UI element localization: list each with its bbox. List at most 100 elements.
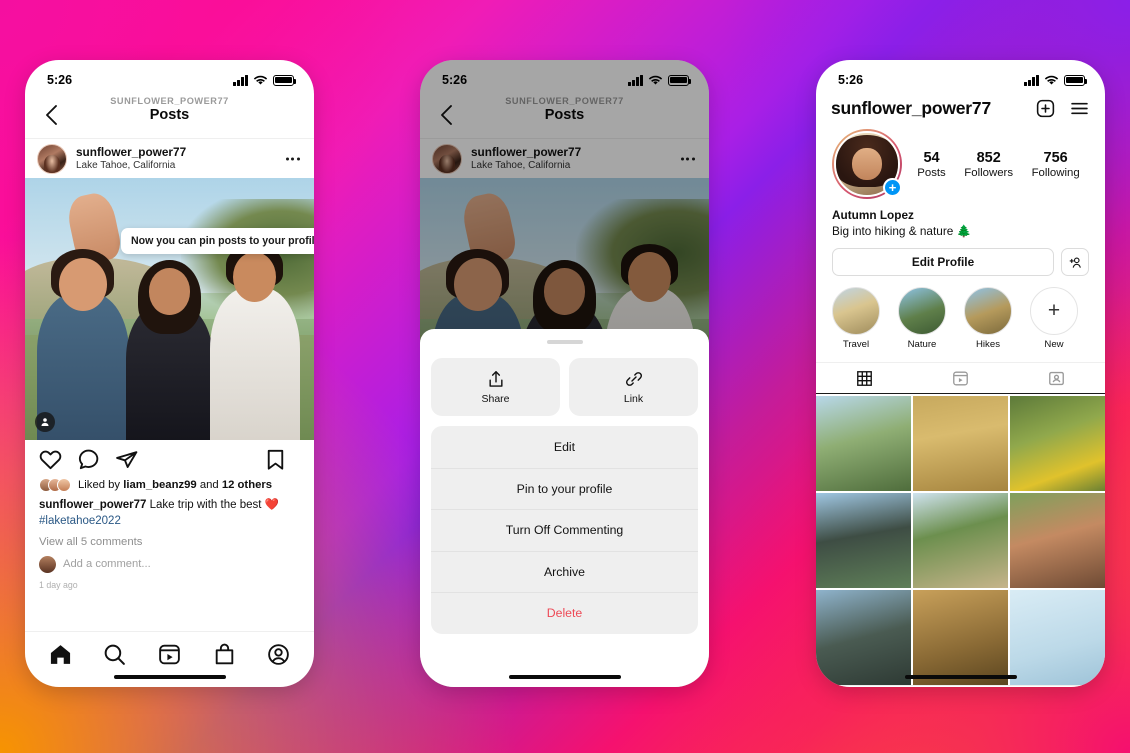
add-comment-input[interactable]: Add a comment...	[63, 558, 151, 570]
cellular-bars-icon	[1024, 74, 1039, 86]
add-person-icon	[1069, 257, 1081, 268]
caption-hashtag[interactable]: #laketahoe2022	[39, 515, 121, 527]
heart-icon[interactable]	[38, 447, 63, 472]
liker-facepile	[39, 478, 71, 492]
stat-posts[interactable]: 54 Posts	[917, 150, 946, 179]
post-author-username[interactable]: sunflower_power77	[76, 145, 186, 159]
current-user-avatar	[39, 555, 56, 573]
plus-icon: +	[1030, 287, 1078, 336]
stat-posts-number: 54	[923, 149, 940, 166]
share-button[interactable]: Share	[431, 358, 560, 416]
profile-avatar[interactable]: +	[832, 129, 902, 199]
wifi-icon	[1044, 75, 1059, 85]
highlight-new-label: New	[1044, 339, 1064, 351]
highlight-travel[interactable]: Travel	[832, 287, 880, 350]
menu-item-pin-to-profile[interactable]: Pin to your profile	[431, 467, 698, 510]
grid-cell[interactable]	[912, 395, 1009, 492]
grid-cell[interactable]	[1009, 395, 1105, 492]
edit-profile-button[interactable]: Edit Profile	[832, 248, 1054, 277]
home-indicator	[113, 675, 226, 679]
add-story-badge[interactable]: +	[883, 178, 902, 197]
bio-line: Big into hiking & nature	[832, 223, 954, 238]
shop-bag-icon[interactable]	[212, 642, 237, 667]
grid-cell[interactable]	[1009, 589, 1105, 685]
tagged-tab-icon	[1049, 371, 1065, 385]
caption-emoji: ❤️	[264, 499, 279, 511]
home-indicator	[508, 675, 621, 679]
comment-icon[interactable]	[76, 447, 101, 472]
post-header: sunflower_power77 Lake Tahoe, California	[25, 138, 314, 178]
menu-item-turn-off-commenting[interactable]: Turn Off Commenting	[431, 509, 698, 551]
post-author-avatar[interactable]	[37, 143, 67, 174]
menu-item-archive[interactable]: Archive	[431, 550, 698, 593]
battery-icon	[1064, 74, 1088, 86]
tab-grid[interactable]	[816, 363, 912, 393]
paper-plane-icon[interactable]	[114, 447, 139, 472]
back-button[interactable]	[39, 100, 65, 130]
add-person-button[interactable]	[1061, 248, 1089, 277]
status-bar: 5:26	[25, 60, 314, 94]
profile-circle-icon[interactable]	[266, 642, 291, 667]
stat-followers[interactable]: 852 Followers	[964, 150, 1013, 179]
bookmark-icon[interactable]	[263, 447, 288, 472]
phone-2-action-sheet: 5:26 SUNFLOWER_POWER77 Posts sunflower_p…	[420, 60, 709, 687]
new-post-plus-icon[interactable]	[1035, 98, 1056, 119]
hamburger-menu-icon[interactable]	[1069, 98, 1090, 119]
more-options-icon[interactable]	[285, 156, 300, 161]
caption-username[interactable]: sunflower_power77	[39, 499, 146, 511]
grid-cell[interactable]	[912, 589, 1009, 685]
story-highlights-row: Travel Nature Hikes + New	[816, 276, 1105, 350]
search-icon[interactable]	[102, 642, 127, 667]
screenshot-stage: 5:26 SUNFLOWER_POWER77 Posts sunflower_p…	[0, 0, 1130, 753]
post-options-sheet: Share Link Edit Pin to your profile Turn…	[420, 329, 709, 687]
highlight-hikes[interactable]: Hikes	[964, 287, 1012, 350]
drag-handle[interactable]	[546, 340, 583, 344]
status-bar: 5:26	[816, 60, 1105, 94]
profile-username[interactable]: sunflower_power77	[831, 98, 991, 119]
stat-following[interactable]: 756 Following	[1032, 150, 1080, 179]
status-time: 5:26	[838, 73, 864, 87]
view-all-comments-link[interactable]: View all 5 comments	[39, 536, 300, 548]
post-actions	[25, 440, 314, 478]
status-time: 5:26	[47, 73, 73, 87]
chevron-left-icon	[46, 105, 57, 125]
grid-cell[interactable]	[816, 589, 912, 685]
tagged-people-icon[interactable]	[35, 412, 55, 432]
menu-item-edit[interactable]: Edit	[431, 426, 698, 468]
stat-followers-label: Followers	[964, 166, 1014, 179]
menu-item-delete[interactable]: Delete	[431, 592, 698, 634]
grid-cell[interactable]	[816, 395, 912, 492]
grid-cell[interactable]	[912, 492, 1009, 589]
post-location[interactable]: Lake Tahoe, California	[76, 160, 186, 172]
grid-cell[interactable]	[816, 492, 912, 589]
wifi-icon	[253, 75, 268, 85]
tab-tagged[interactable]	[1009, 363, 1105, 393]
nav-title: Posts	[149, 107, 190, 123]
phone-3-profile-view: 5:26 sunflower_power77 + 54 Posts 852 Fo…	[816, 60, 1105, 687]
home-indicator	[904, 675, 1017, 679]
post-photo[interactable]	[25, 178, 314, 440]
likes-row[interactable]: Liked by liam_beanz99 and 12 others	[39, 478, 300, 492]
grid-cell[interactable]	[1009, 492, 1105, 589]
profile-tabs	[816, 362, 1105, 395]
add-comment-row[interactable]: Add a comment...	[39, 555, 300, 573]
stat-followers-number: 852	[976, 149, 1001, 166]
reels-icon[interactable]	[157, 642, 182, 667]
profile-bio-text: Big into hiking & nature 🌲	[832, 224, 1089, 240]
likes-prefix: Liked by	[78, 479, 121, 491]
stat-following-label: Following	[1031, 166, 1080, 179]
tab-reels[interactable]	[912, 363, 1008, 393]
post-caption: sunflower_power77 Lake trip with the bes…	[39, 497, 300, 530]
link-button[interactable]: Link	[569, 358, 698, 416]
likes-middle: and	[199, 479, 219, 491]
likes-others[interactable]: 12 others	[222, 479, 272, 491]
share-label: Share	[481, 393, 510, 405]
highlight-new[interactable]: + New	[1030, 287, 1078, 350]
highlight-nature[interactable]: Nature	[898, 287, 946, 350]
options-list: Edit Pin to your profile Turn Off Commen…	[431, 426, 698, 634]
home-icon[interactable]	[48, 642, 73, 667]
liker-username[interactable]: liam_beanz99	[123, 479, 196, 491]
share-up-arrow-icon	[488, 371, 503, 387]
post-navbar: SUNFLOWER_POWER77 Posts	[25, 94, 314, 138]
highlight-nature-label: Nature	[907, 339, 937, 351]
